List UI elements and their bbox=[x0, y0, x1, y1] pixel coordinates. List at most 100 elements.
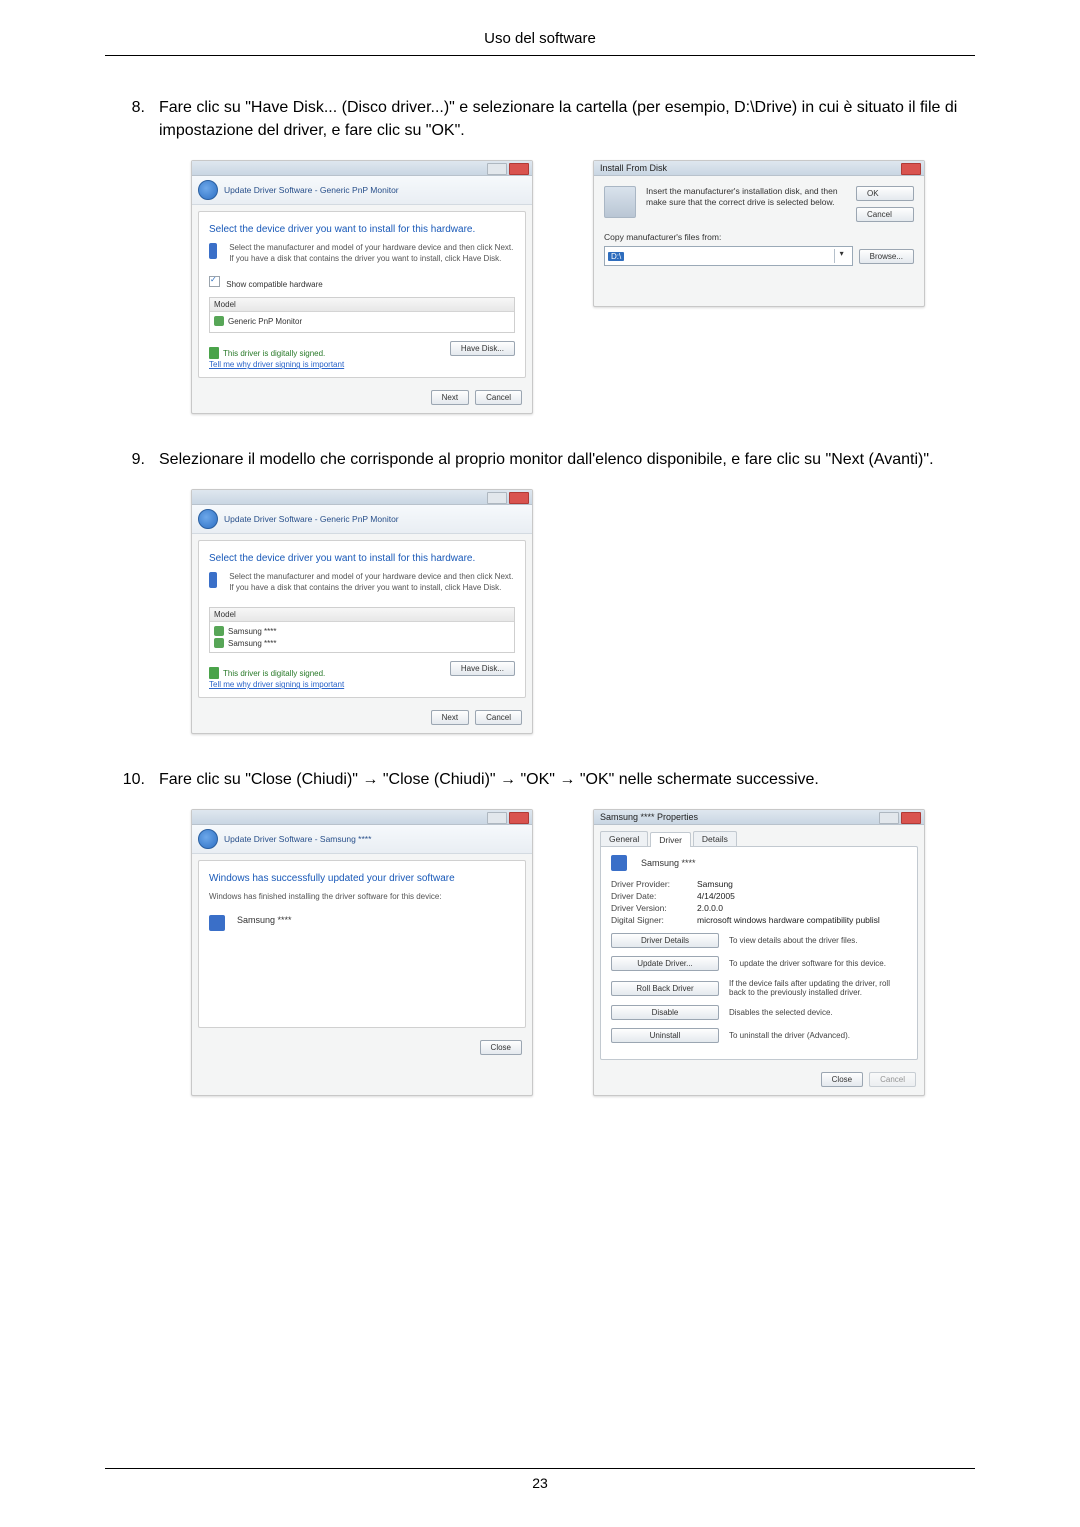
close-button[interactable]: Close bbox=[821, 1072, 863, 1087]
path-select[interactable]: D:\ ▾ bbox=[604, 246, 853, 266]
signing-link[interactable]: Tell me why driver signing is important bbox=[209, 360, 344, 369]
driver-properties-dialog: Samsung **** Properties General Driver D… bbox=[593, 809, 925, 1096]
have-disk-button[interactable]: Have Disk... bbox=[450, 661, 515, 676]
minimize-icon[interactable] bbox=[879, 812, 899, 824]
driver-details-button[interactable]: Driver Details bbox=[611, 933, 719, 948]
cancel-button[interactable]: Cancel bbox=[856, 207, 914, 222]
model-list[interactable]: Model Generic PnP Monitor bbox=[209, 297, 515, 333]
breadcrumb: Update Driver Software - Generic PnP Mon… bbox=[192, 505, 532, 534]
tab-driver[interactable]: Driver bbox=[650, 832, 691, 847]
close-icon[interactable] bbox=[901, 163, 921, 175]
date-value: 4/14/2005 bbox=[697, 891, 735, 901]
crumb-text: Update Driver Software - Generic PnP Mon… bbox=[224, 185, 399, 195]
chevron-down-icon[interactable]: ▾ bbox=[834, 249, 849, 263]
dialog-heading: Select the device driver you want to ins… bbox=[209, 553, 515, 564]
crumb-text: Update Driver Software - Generic PnP Mon… bbox=[224, 514, 399, 524]
monitor-icon bbox=[214, 626, 224, 636]
page-header: Uso del software bbox=[105, 30, 975, 56]
cancel-button: Cancel bbox=[869, 1072, 916, 1087]
cancel-button[interactable]: Cancel bbox=[475, 390, 522, 405]
model-header: Model bbox=[210, 608, 514, 622]
back-icon[interactable] bbox=[198, 180, 218, 200]
titlebar: Install From Disk bbox=[594, 161, 924, 176]
cancel-button[interactable]: Cancel bbox=[475, 710, 522, 725]
close-icon[interactable] bbox=[509, 812, 529, 824]
step-8: 8. Fare clic su "Have Disk... (Disco dri… bbox=[105, 96, 975, 142]
model-list[interactable]: Model Samsung **** Samsung **** bbox=[209, 607, 515, 653]
rollback-driver-desc: If the device fails after updating the d… bbox=[729, 979, 907, 997]
dialog-heading: Select the device driver you want to ins… bbox=[209, 224, 515, 235]
step-8-number: 8. bbox=[105, 96, 159, 119]
minimize-icon[interactable] bbox=[487, 492, 507, 504]
device-icon bbox=[209, 572, 217, 588]
dialog-instruction: Select the manufacturer and model of you… bbox=[229, 243, 515, 264]
disable-desc: Disables the selected device. bbox=[729, 1008, 907, 1017]
breadcrumb: Update Driver Software - Samsung **** bbox=[192, 825, 532, 854]
date-key: Driver Date: bbox=[611, 891, 697, 901]
close-icon[interactable] bbox=[901, 812, 921, 824]
monitor-icon bbox=[214, 638, 224, 648]
step-9-text: Selezionare il modello che corrisponde a… bbox=[159, 448, 975, 471]
driver-updated-dialog: Update Driver Software - Samsung **** Wi… bbox=[191, 809, 533, 1096]
close-button[interactable]: Close bbox=[480, 1040, 522, 1055]
list-item[interactable]: Generic PnP Monitor bbox=[214, 315, 510, 327]
model-name: Samsung **** bbox=[228, 639, 276, 648]
model-header: Model bbox=[210, 298, 514, 312]
next-button[interactable]: Next bbox=[431, 710, 469, 725]
step-9-number: 9. bbox=[105, 448, 159, 471]
shield-icon bbox=[209, 667, 219, 679]
browse-button[interactable]: Browse... bbox=[859, 249, 914, 264]
version-key: Driver Version: bbox=[611, 903, 697, 913]
back-icon[interactable] bbox=[198, 829, 218, 849]
rollback-driver-button[interactable]: Roll Back Driver bbox=[611, 981, 719, 996]
step-8-text: Fare clic su "Have Disk... (Disco driver… bbox=[159, 96, 975, 142]
ifd-message: Insert the manufacturer's installation d… bbox=[646, 186, 846, 222]
close-icon[interactable] bbox=[509, 163, 529, 175]
close-icon[interactable] bbox=[509, 492, 529, 504]
uninstall-desc: To uninstall the driver (Advanced). bbox=[729, 1031, 907, 1040]
titlebar bbox=[192, 161, 532, 176]
back-icon[interactable] bbox=[198, 509, 218, 529]
ok-button[interactable]: OK bbox=[856, 186, 914, 201]
provider-value: Samsung bbox=[697, 879, 733, 889]
device-icon bbox=[611, 855, 627, 871]
step-10-number: 10. bbox=[105, 768, 159, 791]
signer-key: Digital Signer: bbox=[611, 915, 697, 925]
done-heading: Windows has successfully updated your dr… bbox=[209, 873, 515, 884]
monitor-icon bbox=[214, 316, 224, 326]
device-icon bbox=[209, 243, 217, 259]
props-device: Samsung **** bbox=[641, 858, 696, 868]
done-sub: Windows has finished installing the driv… bbox=[209, 892, 515, 902]
list-item[interactable]: Samsung **** bbox=[214, 637, 510, 649]
version-value: 2.0.0.0 bbox=[697, 903, 723, 913]
model-name: Generic PnP Monitor bbox=[228, 317, 302, 326]
uninstall-button[interactable]: Uninstall bbox=[611, 1028, 719, 1043]
tab-general[interactable]: General bbox=[600, 831, 648, 846]
disk-icon bbox=[604, 186, 636, 218]
driver-details-desc: To view details about the driver files. bbox=[729, 936, 907, 945]
provider-key: Driver Provider: bbox=[611, 879, 697, 889]
update-driver-button[interactable]: Update Driver... bbox=[611, 956, 719, 971]
breadcrumb: Update Driver Software - Generic PnP Mon… bbox=[192, 176, 532, 205]
titlebar bbox=[192, 810, 532, 825]
signed-label: This driver is digitally signed. bbox=[209, 667, 344, 679]
copy-from-label: Copy manufacturer's files from: bbox=[604, 232, 914, 242]
step-10: 10. Fare clic su "Close (Chiudi)" → "Clo… bbox=[105, 768, 975, 791]
have-disk-button[interactable]: Have Disk... bbox=[450, 341, 515, 356]
tab-details[interactable]: Details bbox=[693, 831, 737, 846]
ifd-title: Install From Disk bbox=[600, 163, 667, 173]
tabs: General Driver Details bbox=[594, 825, 924, 846]
show-compatible-checkbox[interactable] bbox=[209, 276, 220, 287]
next-button[interactable]: Next bbox=[431, 390, 469, 405]
list-item[interactable]: Samsung **** bbox=[214, 625, 510, 637]
select-driver-dialog-2: Update Driver Software - Generic PnP Mon… bbox=[191, 489, 533, 734]
shield-icon bbox=[209, 347, 219, 359]
step-10-text: Fare clic su "Close (Chiudi)" → "Close (… bbox=[159, 768, 975, 791]
page-number: 23 bbox=[532, 1475, 548, 1491]
titlebar bbox=[192, 490, 532, 505]
disable-button[interactable]: Disable bbox=[611, 1005, 719, 1020]
done-device: Samsung **** bbox=[237, 915, 292, 931]
signing-link[interactable]: Tell me why driver signing is important bbox=[209, 680, 344, 689]
minimize-icon[interactable] bbox=[487, 812, 507, 824]
minimize-icon[interactable] bbox=[487, 163, 507, 175]
